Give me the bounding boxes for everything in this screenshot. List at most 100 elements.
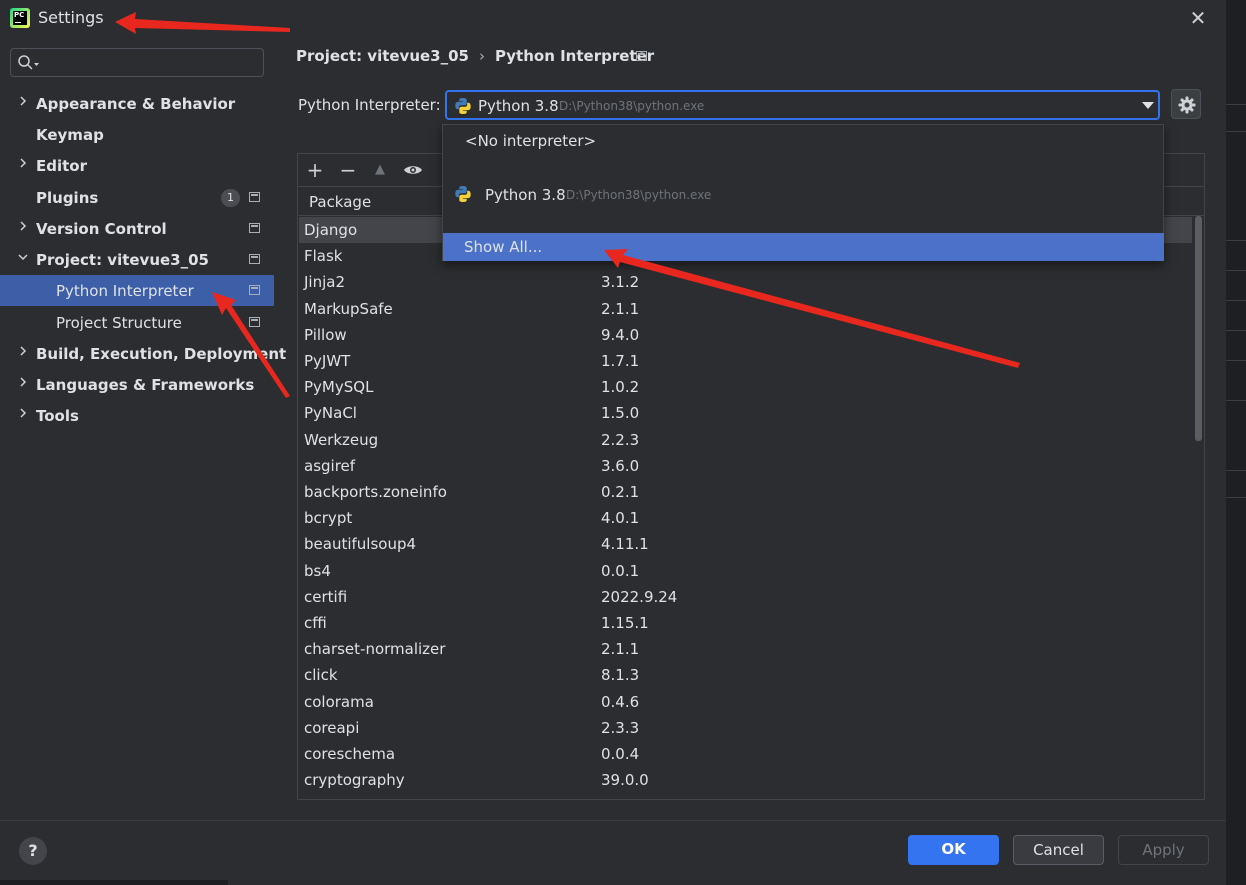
- dropdown-arrow-icon[interactable]: [1142, 102, 1154, 109]
- package-version: 0.0.4: [601, 745, 640, 763]
- sidebar-item-label: Python Interpreter: [56, 282, 194, 300]
- gear-icon: [1178, 96, 1196, 114]
- table-row[interactable]: bs4 0.0.1: [299, 558, 1192, 584]
- table-row[interactable]: beautifulsoup4 4.11.1: [299, 531, 1192, 557]
- search-icon: [17, 54, 45, 76]
- table-row[interactable]: Jinja2 3.1.2: [299, 269, 1192, 295]
- package-version: 8.1.3: [601, 666, 640, 684]
- scrollbar-thumb[interactable]: [1195, 216, 1202, 441]
- table-row[interactable]: Pillow 9.4.0: [299, 322, 1192, 348]
- sidebar-item-tools[interactable]: Tools: [0, 400, 274, 431]
- sidebar-item-label: Version Control: [36, 220, 167, 238]
- package-name: PyJWT: [304, 352, 351, 370]
- table-row[interactable]: charset-normalizer 2.1.1: [299, 636, 1192, 662]
- chevron-right-icon: [20, 96, 27, 106]
- sidebar-item-languages-frameworks[interactable]: Languages & Frameworks: [0, 369, 274, 400]
- sidebar-item-project-structure[interactable]: Project Structure: [0, 307, 274, 338]
- package-name: charset-normalizer: [304, 640, 446, 658]
- table-row[interactable]: PyJWT 1.7.1: [299, 348, 1192, 374]
- sidebar-item-build-execution-deployment[interactable]: Build, Execution, Deployment: [0, 338, 286, 369]
- package-version: 1.5.0: [601, 404, 640, 422]
- sidebar-item-label: Editor: [36, 157, 87, 175]
- eye-icon: [404, 166, 422, 174]
- package-name: MarkupSafe: [304, 300, 393, 318]
- settings-dialog: PC Settings ✕ Appearance & Behavior Keym…: [0, 0, 1226, 885]
- update-count-badge: 1: [221, 189, 240, 207]
- sidebar-item-editor[interactable]: Editor: [0, 150, 274, 181]
- apply-button[interactable]: Apply: [1118, 835, 1209, 865]
- table-row[interactable]: colorama 0.4.6: [299, 689, 1192, 715]
- breadcrumb-project[interactable]: Project: vitevue3_05: [296, 47, 469, 65]
- interpreter-select[interactable]: Python 3.8 D:\Python38\python.exe: [445, 90, 1160, 120]
- project-level-icon: [249, 223, 260, 233]
- table-row[interactable]: cryptography 39.0.0: [299, 767, 1192, 793]
- project-level-icon: [249, 285, 260, 295]
- sidebar-item-keymap[interactable]: Keymap: [0, 119, 274, 150]
- sidebar-item-version-control[interactable]: Version Control: [0, 213, 274, 244]
- package-name: click: [304, 666, 338, 684]
- option-no-interpreter[interactable]: <No interpreter>: [465, 132, 596, 150]
- cancel-button[interactable]: Cancel: [1013, 835, 1104, 865]
- table-row[interactable]: coreschema 0.0.4: [299, 741, 1192, 767]
- remove-package-button[interactable]: −: [337, 159, 359, 181]
- option-show-all[interactable]: Show All...: [443, 233, 1164, 261]
- package-name: bs4: [304, 562, 331, 580]
- sidebar-item-label: Keymap: [36, 126, 104, 144]
- package-version: 0.4.6: [601, 693, 640, 711]
- breadcrumb-page: Python Interpreter: [495, 47, 655, 65]
- project-level-icon: [249, 192, 260, 202]
- package-version: 3.1.2: [601, 273, 640, 291]
- background-window-edge: [1226, 0, 1246, 885]
- table-row[interactable]: asgiref 3.6.0: [299, 453, 1192, 479]
- interpreter-settings-button[interactable]: [1171, 89, 1201, 119]
- ok-button[interactable]: OK: [908, 835, 999, 865]
- dialog-title: Settings: [38, 8, 104, 27]
- sidebar-item-appearance-behavior[interactable]: Appearance & Behavior: [0, 88, 274, 119]
- sidebar-item-project[interactable]: Project: vitevue3_05: [0, 244, 274, 275]
- table-row[interactable]: backports.zoneinfo 0.2.1: [299, 479, 1192, 505]
- package-name: asgiref: [304, 457, 356, 475]
- packages-scrollbar[interactable]: [1193, 216, 1203, 441]
- table-row[interactable]: cffi 1.15.1: [299, 610, 1192, 636]
- table-row[interactable]: Werkzeug 2.2.3: [299, 427, 1192, 453]
- package-version: 2.3.3: [601, 719, 640, 737]
- table-row[interactable]: PyMySQL 1.0.2: [299, 374, 1192, 400]
- package-name: Werkzeug: [304, 431, 379, 449]
- table-row[interactable]: click 8.1.3: [299, 662, 1192, 688]
- column-header-package[interactable]: Package: [309, 193, 371, 211]
- add-package-button[interactable]: +: [304, 159, 326, 181]
- chevron-right-icon: [20, 158, 27, 168]
- package-name: coreschema: [304, 745, 396, 763]
- package-name: colorama: [304, 693, 374, 711]
- option-label: Show All...: [464, 238, 543, 256]
- sidebar-item-label: Appearance & Behavior: [36, 95, 236, 113]
- interpreter-label: Python Interpreter:: [298, 96, 441, 114]
- option-python-38[interactable]: Python 3.8 D:\Python38\python.exe: [443, 177, 1163, 213]
- package-version: 2.1.1: [601, 300, 640, 318]
- python-icon: [455, 98, 471, 114]
- package-version: 0.2.1: [601, 483, 640, 501]
- pycharm-icon: PC: [10, 8, 30, 28]
- package-name: bcrypt: [304, 509, 353, 527]
- chevron-right-icon: [20, 221, 27, 231]
- table-row[interactable]: bcrypt 4.0.1: [299, 505, 1192, 531]
- upgrade-package-button[interactable]: ▲: [369, 159, 391, 181]
- sidebar-item-label: Languages & Frameworks: [36, 376, 255, 394]
- package-name: beautifulsoup4: [304, 535, 417, 553]
- table-row[interactable]: PyNaCl 1.5.0: [299, 400, 1192, 426]
- python-icon: [455, 186, 471, 202]
- show-early-releases-button[interactable]: [402, 159, 424, 181]
- package-version: 1.0.2: [601, 378, 640, 396]
- chevron-right-icon: [20, 377, 27, 387]
- sidebar-item-python-interpreter[interactable]: Python Interpreter: [0, 275, 274, 306]
- project-level-icon: [249, 254, 260, 264]
- interpreter-name: Python 3.8: [478, 97, 559, 115]
- close-icon[interactable]: ✕: [1186, 6, 1210, 30]
- sidebar-item-plugins[interactable]: Plugins 1: [0, 182, 274, 213]
- search-input[interactable]: [10, 48, 264, 77]
- table-row[interactable]: MarkupSafe 2.1.1: [299, 296, 1192, 322]
- package-name: PyNaCl: [304, 404, 357, 422]
- table-row[interactable]: certifi 2022.9.24: [299, 584, 1192, 610]
- table-row[interactable]: coreapi 2.3.3: [299, 715, 1192, 741]
- help-button[interactable]: ?: [19, 837, 47, 865]
